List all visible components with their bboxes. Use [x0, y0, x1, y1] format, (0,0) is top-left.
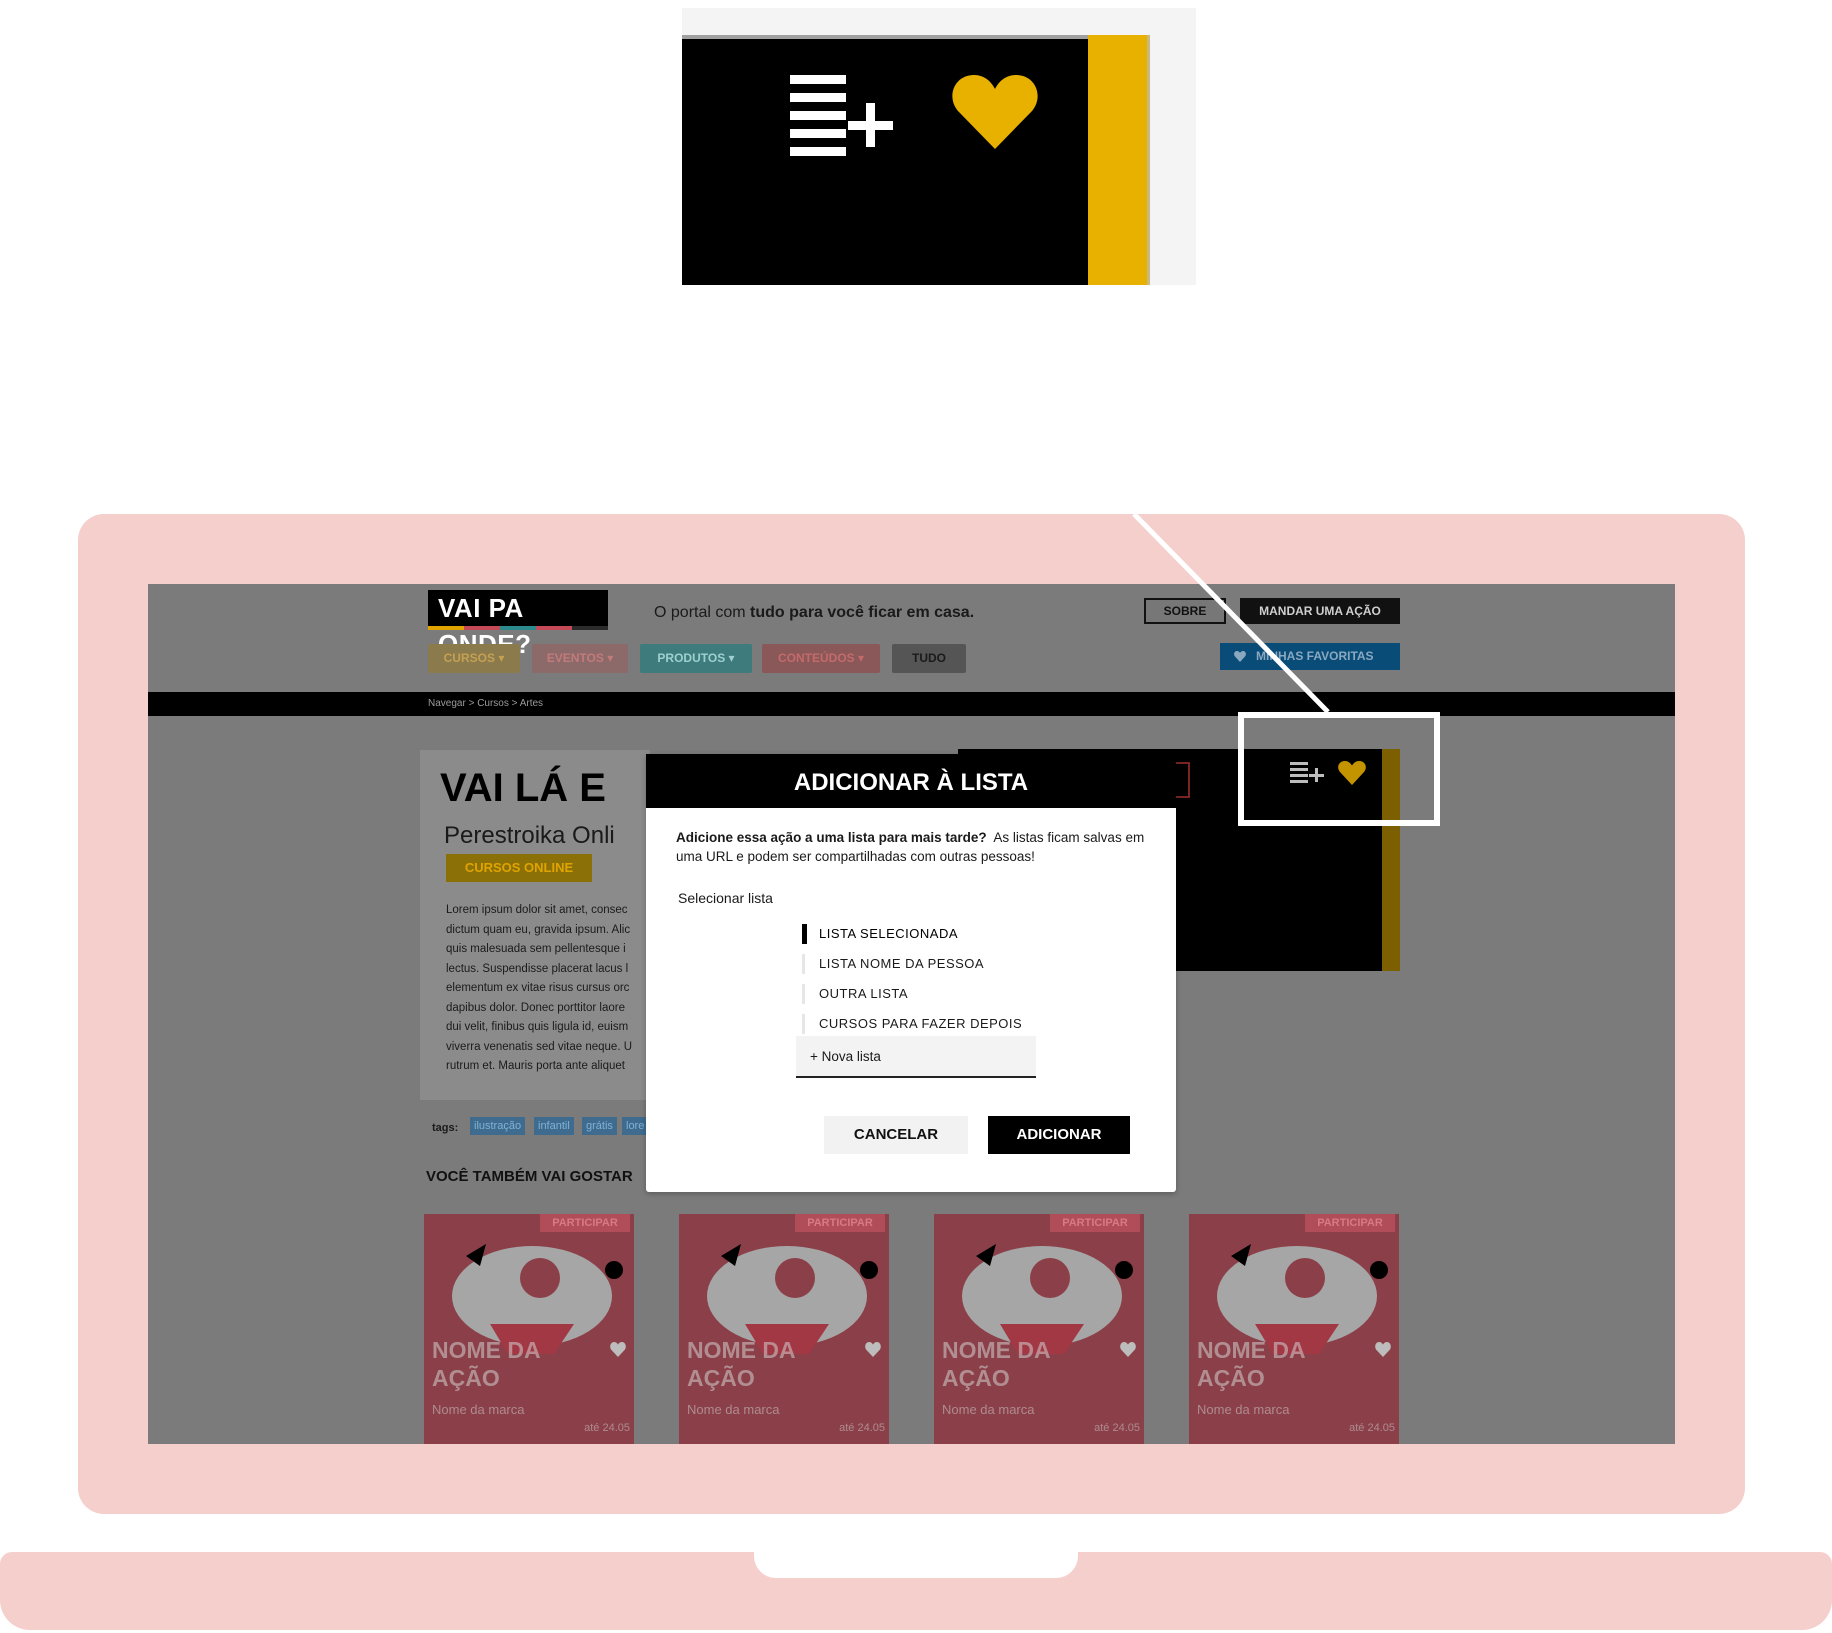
action-card[interactable]: PARTICIPAR NOME DA AÇÃO Nome da marca até… — [934, 1214, 1144, 1444]
nav-tudo[interactable]: TUDO — [892, 644, 966, 673]
logo-stripe — [428, 626, 464, 630]
logo-stripe — [536, 626, 572, 630]
logo-stripes — [428, 626, 608, 630]
participar-tab[interactable]: PARTICIPAR — [540, 1214, 630, 1232]
heart-icon[interactable] — [1375, 1342, 1391, 1357]
heart-icon[interactable] — [1120, 1342, 1136, 1357]
list-option[interactable]: OUTRA LISTA — [802, 984, 1062, 1004]
description-line: lectus. Suspendisse placerat lacus l — [446, 962, 629, 975]
card-title-line: AÇÃO — [942, 1365, 1010, 1391]
zoom-callout-panel — [682, 35, 1088, 285]
tag-chip[interactable]: ilustração — [470, 1117, 526, 1135]
participar-tab[interactable]: PARTICIPAR — [795, 1214, 885, 1232]
tag-chip[interactable]: lore — [622, 1117, 649, 1135]
tagline-text: O portal com — [654, 604, 746, 621]
page-subtitle: Perestroika Onli — [444, 822, 615, 849]
card-brand: Nome da marca — [1197, 1402, 1290, 1417]
card-date: até 24.05 — [1349, 1422, 1395, 1434]
description-text: Lorem ipsum dolor sit amet, consec dictu… — [446, 901, 652, 1077]
card-title-line: AÇÃO — [1197, 1365, 1265, 1391]
card-title: NOME DA AÇÃO — [687, 1336, 796, 1392]
card-date: até 24.05 — [839, 1422, 885, 1434]
action-card[interactable]: PARTICIPAR NOME DA AÇÃO Nome da marca até… — [679, 1214, 889, 1444]
card-title: NOME DA AÇÃO — [432, 1336, 541, 1392]
description-line: rutrum et. Mauris porta ante aliquet — [446, 1060, 625, 1072]
card-brand: Nome da marca — [687, 1402, 780, 1417]
modal-description-bold: Adicione essa ação a uma lista para mais… — [676, 830, 987, 845]
cancel-button[interactable]: CANCELAR — [824, 1116, 968, 1154]
site-tagline: O portal com tudo para você ficar em cas… — [654, 604, 974, 622]
participar-tab[interactable]: PARTICIPAR — [1050, 1214, 1140, 1232]
logo-stripe — [572, 626, 608, 630]
card-title: NOME DA AÇÃO — [942, 1336, 1051, 1392]
card-date: até 24.05 — [1094, 1422, 1140, 1434]
nav-eventos[interactable]: EVENTOS ▾ — [532, 644, 628, 673]
tag-chip[interactable]: grátis — [582, 1117, 617, 1135]
card-title-line: NOME DA — [1197, 1337, 1306, 1363]
nav-cursos[interactable]: CURSOS ▾ — [428, 644, 520, 673]
card-title-line: NOME DA — [432, 1337, 541, 1363]
description-line: elementum ex vitae risus cursus orc — [446, 982, 630, 994]
tags-label: tags: — [432, 1122, 459, 1134]
action-card[interactable]: PARTICIPAR NOME DA AÇÃO Nome da marca até… — [1189, 1214, 1399, 1444]
description-line: dictum quam eu, gravida ipsum. Alic — [446, 923, 631, 936]
site-logo[interactable]: VAI PA ONDE? — [428, 590, 608, 659]
participar-tab[interactable]: PARTICIPAR — [1305, 1214, 1395, 1232]
add-to-list-modal: ADICIONAR À LISTA Adicione essa ação a u… — [646, 754, 1176, 1192]
sobre-button[interactable]: SOBRE — [1144, 598, 1226, 624]
card-title: NOME DA AÇÃO — [1197, 1336, 1306, 1392]
action-card[interactable]: PARTICIPAR NOME DA AÇÃO Nome da marca até… — [424, 1214, 634, 1444]
card-title-line: NOME DA — [942, 1337, 1051, 1363]
modal-title: ADICIONAR À LISTA — [646, 754, 1176, 808]
description-line: viverra venenatis sed vitae neque. U — [446, 1040, 633, 1053]
card-title-line: NOME DA — [687, 1337, 796, 1363]
mandar-acao-button[interactable]: MANDAR UMA AÇÃO — [1240, 598, 1400, 624]
modal-description: Adicione essa ação a uma lista para mais… — [676, 828, 1146, 866]
description-line: Lorem ipsum dolor sit amet, consec — [446, 904, 628, 916]
heart-icon[interactable] — [610, 1342, 626, 1357]
new-list-input[interactable]: + Nova lista — [796, 1036, 1036, 1078]
heart-icon[interactable] — [952, 73, 1038, 153]
laptop-screen: VAI PA ONDE? O portal com tudo para você… — [148, 584, 1675, 1444]
zoom-yellow-strip — [1088, 35, 1150, 285]
heart-icon — [1234, 651, 1246, 662]
heart-icon[interactable] — [865, 1342, 881, 1357]
page-title: VAI LÁ E — [440, 766, 606, 810]
favoritas-button[interactable]: MINHAS FAVORITAS — [1220, 643, 1400, 670]
list-option[interactable]: LISTA SELECIONADA — [802, 924, 1062, 944]
tagline-bold: tudo para você ficar em casa. — [750, 604, 975, 621]
list-plus-icon[interactable] — [790, 75, 910, 165]
logo-stripe — [464, 626, 500, 630]
select-list-label: Selecionar lista — [678, 890, 773, 906]
category-badge[interactable]: CURSOS ONLINE — [446, 854, 592, 882]
tag-chip[interactable]: infantil — [534, 1117, 574, 1135]
list-option[interactable]: CURSOS PARA FAZER DEPOIS — [802, 1014, 1062, 1034]
description-line: dui velit, finibus quis ligula id, euism — [446, 1021, 629, 1033]
nav-produtos[interactable]: PRODUTOS ▾ — [640, 644, 752, 673]
breadcrumb[interactable]: Navegar > Cursos > Artes — [428, 698, 543, 709]
card-brand: Nome da marca — [942, 1402, 1035, 1417]
list-option[interactable]: LISTA NOME DA PESSOA — [802, 954, 1062, 974]
zoom-highlight-box — [1238, 712, 1440, 826]
card-title-line: AÇÃO — [432, 1365, 500, 1391]
nav-conteudos[interactable]: CONTEÚDOS ▾ — [762, 644, 880, 673]
card-brand: Nome da marca — [432, 1402, 525, 1417]
description-line: quis malesuada sem pellentesque i — [446, 943, 626, 955]
card-date: até 24.05 — [584, 1422, 630, 1434]
favoritas-label: MINHAS FAVORITAS — [1256, 649, 1374, 663]
card-title-line: AÇÃO — [687, 1365, 755, 1391]
description-line: dapibus dolor. Donec porttitor laore — [446, 1001, 625, 1014]
add-button[interactable]: ADICIONAR — [988, 1116, 1130, 1154]
breadcrumb-bar — [148, 692, 1675, 716]
laptop-notch — [754, 1552, 1078, 1578]
related-title: VOCÊ TAMBÉM VAI GOSTAR — [426, 1168, 633, 1185]
logo-stripe — [500, 626, 536, 630]
